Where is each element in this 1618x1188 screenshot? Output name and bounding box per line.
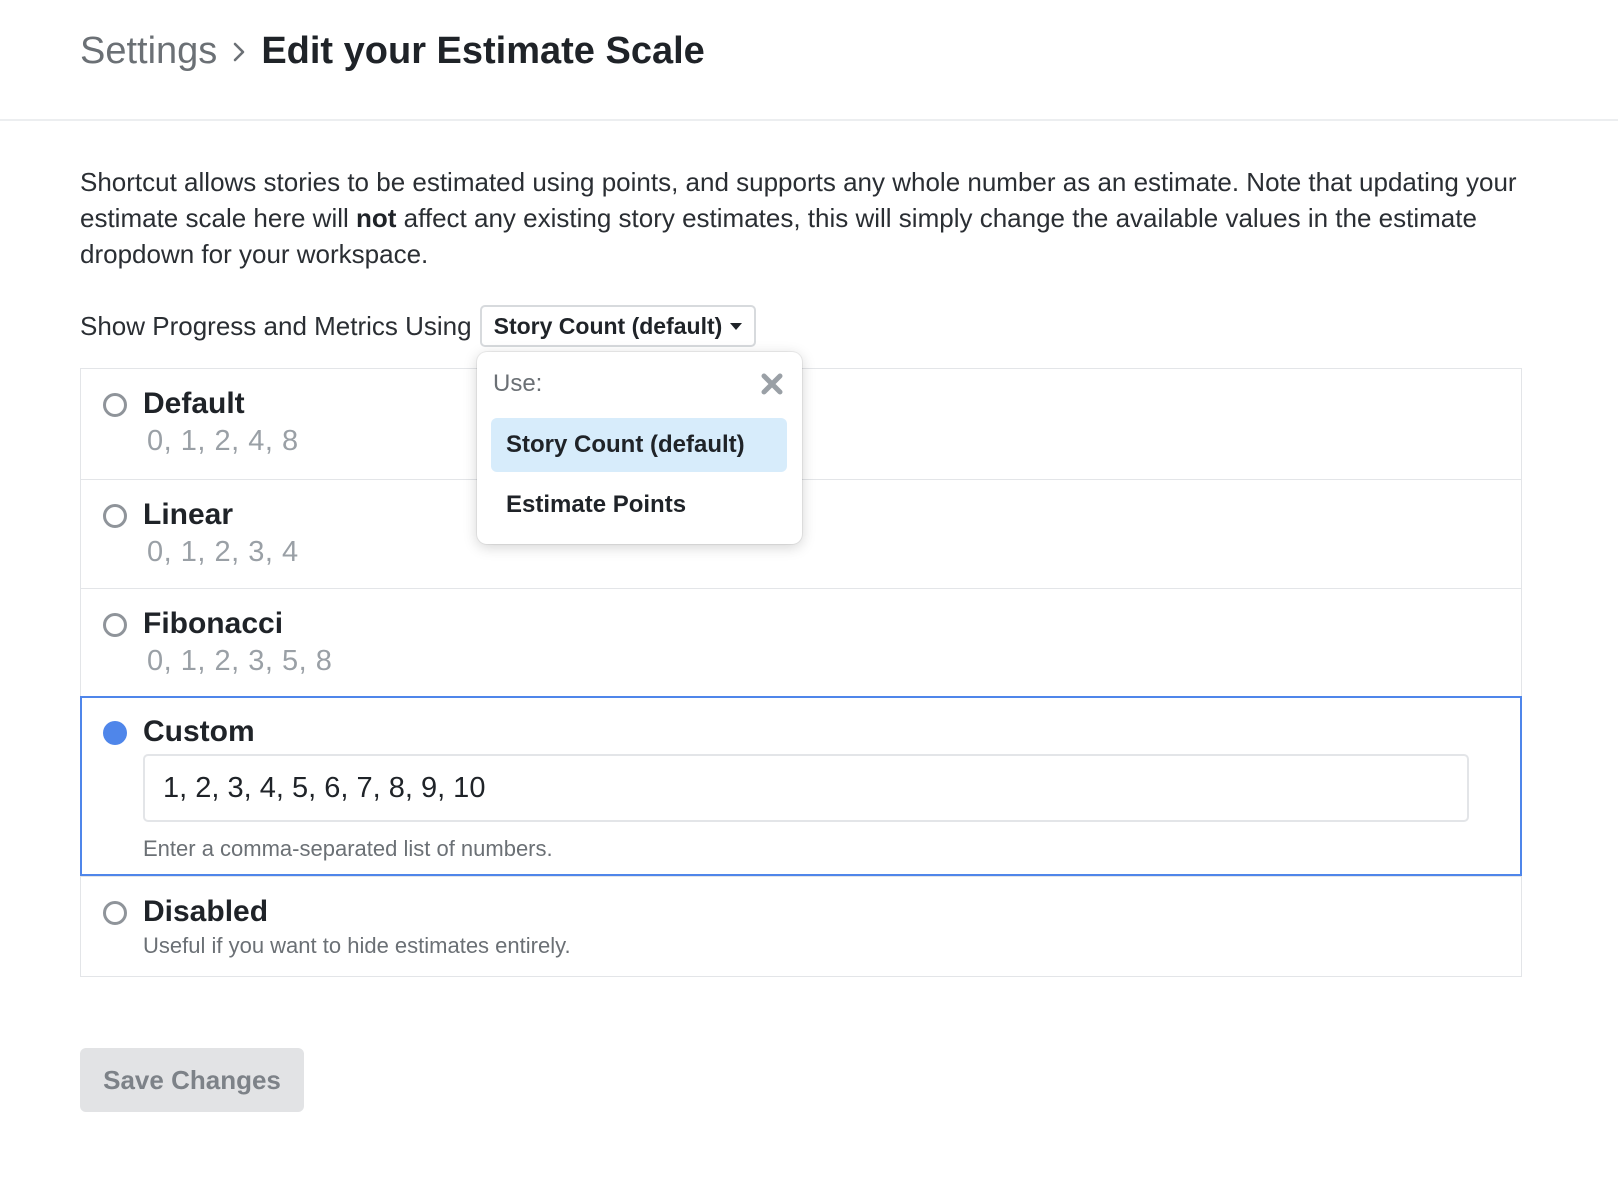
metrics-select[interactable]: Story Count (default) — [479, 305, 757, 347]
scale-option-values: 0, 1, 2, 4, 8 — [147, 425, 299, 457]
radio-custom[interactable] — [103, 721, 127, 745]
scale-option-disabled[interactable]: Disabled Useful if you want to hide esti… — [81, 876, 1521, 976]
intro-text-emphasis: not — [356, 203, 397, 233]
close-icon[interactable] — [760, 372, 784, 396]
dropdown-header: Use: — [493, 370, 543, 397]
dropdown-option-story-count[interactable]: Story Count (default) — [491, 418, 787, 472]
custom-scale-input[interactable] — [143, 754, 1469, 822]
chevron-right-icon — [217, 37, 261, 67]
metrics-label: Show Progress and Metrics Using — [80, 310, 472, 341]
radio-default[interactable] — [103, 393, 127, 417]
scale-option-title: Default — [143, 387, 245, 420]
scale-option-title: Custom — [143, 715, 255, 748]
scale-option-custom[interactable]: Custom Enter a comma-separated list of n… — [80, 696, 1522, 876]
breadcrumb-settings-link[interactable]: Settings — [80, 30, 217, 73]
radio-disabled[interactable] — [103, 901, 127, 925]
scale-option-title: Fibonacci — [143, 607, 284, 640]
page-title: Edit your Estimate Scale — [261, 30, 705, 72]
scale-option-values: 0, 1, 2, 3, 4 — [147, 536, 299, 568]
radio-fibonacci[interactable] — [103, 613, 127, 637]
scale-option-fibonacci[interactable]: Fibonacci 0, 1, 2, 3, 5, 8 — [81, 588, 1521, 697]
breadcrumb: Settings Edit your Estimate Scale — [80, 30, 705, 73]
caret-down-icon — [730, 322, 743, 330]
metrics-dropdown-menu: Use: Story Count (default) Estimate Poin… — [477, 352, 802, 544]
disabled-scale-hint: Useful if you want to hide estimates ent… — [143, 933, 571, 958]
radio-linear[interactable] — [103, 504, 127, 528]
custom-scale-hint: Enter a comma-separated list of numbers. — [143, 836, 553, 861]
scale-option-title: Linear — [143, 498, 234, 531]
metrics-row: Show Progress and Metrics Using Story Co… — [80, 304, 757, 348]
scale-option-title: Disabled — [143, 895, 269, 928]
scale-option-values: 0, 1, 2, 3, 5, 8 — [147, 645, 333, 677]
page-header: Settings Edit your Estimate Scale — [0, 0, 1618, 121]
dropdown-option-estimate-points[interactable]: Estimate Points — [491, 478, 787, 532]
save-changes-button[interactable]: Save Changes — [80, 1048, 304, 1112]
metrics-select-value: Story Count (default) — [493, 312, 723, 339]
intro-text: Shortcut allows stories to be estimated … — [80, 164, 1520, 272]
